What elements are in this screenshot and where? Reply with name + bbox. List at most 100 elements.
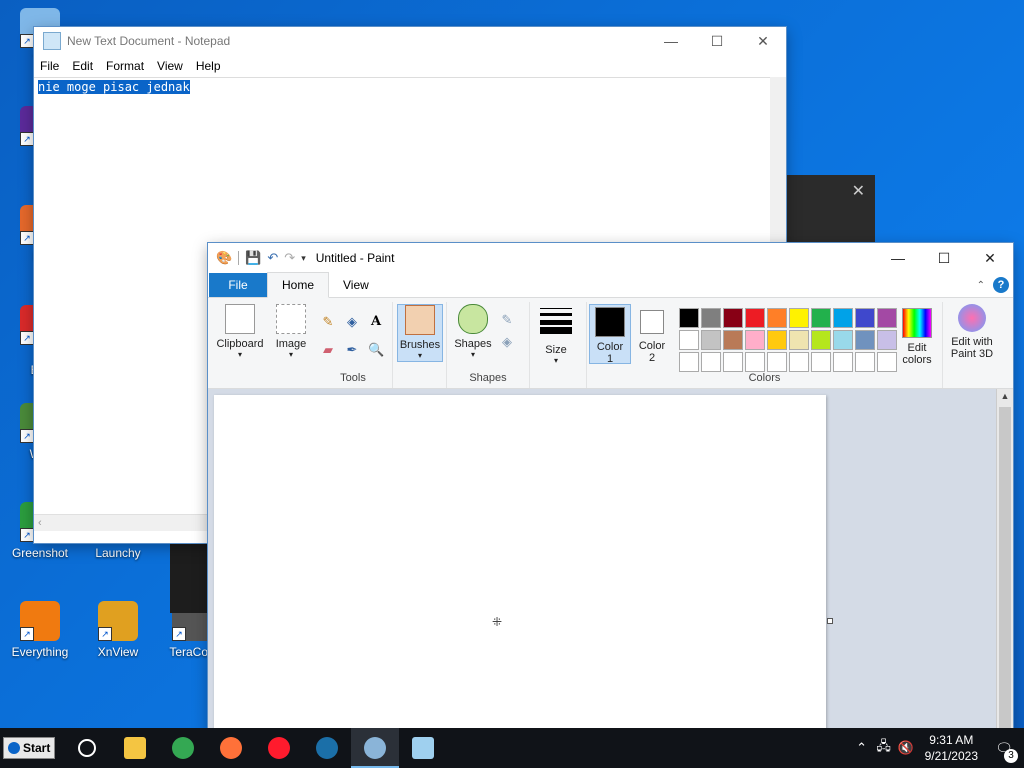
palette-swatch[interactable] xyxy=(833,330,853,350)
help-icon[interactable]: ? xyxy=(993,277,1009,293)
outline-icon[interactable]: ✎ xyxy=(499,312,515,328)
text-icon[interactable]: A xyxy=(368,314,384,330)
palette-swatch[interactable] xyxy=(723,308,743,328)
taskbar-opera-button[interactable] xyxy=(255,728,303,768)
palette-swatch[interactable] xyxy=(767,308,787,328)
taskbar-notepad-button[interactable] xyxy=(399,728,447,768)
palette-swatch[interactable] xyxy=(811,308,831,328)
close-icon[interactable]: ✕ xyxy=(852,181,865,201)
palette-swatch[interactable] xyxy=(877,308,897,328)
brushes-button[interactable]: Brushes ▾ xyxy=(397,304,443,362)
paint-titlebar[interactable]: 🎨 💾 ↶ ↷ ▾ Untitled - Paint — ☐ ✕ xyxy=(208,243,1013,273)
vertical-scrollbar[interactable]: ▲ xyxy=(996,389,1013,733)
minimize-button[interactable]: — xyxy=(875,244,921,272)
fill-shape-icon[interactable]: ◈ xyxy=(499,334,515,350)
fill-icon[interactable]: ◈ xyxy=(344,314,360,330)
taskbar-paint-button[interactable] xyxy=(351,728,400,768)
dropdown-icon: ▾ xyxy=(470,350,475,359)
palette-swatch[interactable] xyxy=(855,352,875,372)
taskbar-firefox-button[interactable] xyxy=(207,728,255,768)
tab-file[interactable]: File xyxy=(209,273,267,297)
maximize-icon: ☐ xyxy=(937,249,951,266)
color-picker-icon[interactable]: ✒ xyxy=(344,342,360,358)
redo-icon[interactable]: ↷ xyxy=(284,250,295,266)
close-icon: ✕ xyxy=(757,32,769,49)
palette-swatch[interactable] xyxy=(701,330,721,350)
palette-swatch[interactable] xyxy=(855,308,875,328)
palette-swatch[interactable] xyxy=(877,330,897,350)
palette-swatch[interactable] xyxy=(811,352,831,372)
palette-swatch[interactable] xyxy=(789,330,809,350)
scroll-up-icon[interactable]: ▲ xyxy=(997,391,1013,401)
palette-swatch[interactable] xyxy=(767,352,787,372)
eraser-icon[interactable]: ▰ xyxy=(320,342,336,358)
pencil-icon[interactable]: ✎ xyxy=(320,314,336,330)
palette-swatch[interactable] xyxy=(833,308,853,328)
scrollbar-thumb[interactable] xyxy=(999,407,1011,733)
taskbar-explorer-button[interactable] xyxy=(111,728,159,768)
collapse-ribbon-icon[interactable]: ⌃ xyxy=(977,280,985,291)
palette-swatch[interactable] xyxy=(855,330,875,350)
taskbar-search-button[interactable] xyxy=(63,728,111,768)
palette-swatch[interactable] xyxy=(745,352,765,372)
palette-swatch[interactable] xyxy=(877,352,897,372)
palette-swatch[interactable] xyxy=(723,330,743,350)
palette-swatch[interactable] xyxy=(723,352,743,372)
palette-swatch[interactable] xyxy=(701,352,721,372)
menu-help[interactable]: Help xyxy=(196,59,221,73)
palette-swatch[interactable] xyxy=(679,308,699,328)
desktop-icon[interactable]: ↗ Everything xyxy=(8,601,72,659)
customize-quick-access-icon[interactable]: ▾ xyxy=(301,253,306,264)
taskbar-chrome-button[interactable] xyxy=(159,728,207,768)
palette-swatch[interactable] xyxy=(701,308,721,328)
size-button[interactable]: Size ▾ xyxy=(536,304,576,365)
palette-swatch[interactable] xyxy=(679,330,699,350)
edit-colors-button[interactable]: Edit colors xyxy=(895,308,939,366)
tab-view[interactable]: View xyxy=(329,273,383,297)
maximize-icon: ☐ xyxy=(710,32,724,49)
palette-swatch[interactable] xyxy=(679,352,699,372)
palette-swatch[interactable] xyxy=(833,352,853,372)
save-icon[interactable]: 💾 xyxy=(245,250,261,266)
notepad-titlebar[interactable]: New Text Document - Notepad — ☐ ✕ xyxy=(34,27,786,55)
magnifier-icon[interactable]: 🔍 xyxy=(368,342,384,358)
maximize-button[interactable]: ☐ xyxy=(694,27,740,55)
dropdown-icon: ▾ xyxy=(237,350,242,359)
network-icon[interactable]: 🖧 xyxy=(875,737,893,759)
resize-handle[interactable] xyxy=(827,618,833,624)
drawing-canvas[interactable]: ⁜ xyxy=(214,395,826,735)
menu-format[interactable]: Format xyxy=(106,59,144,73)
menu-file[interactable]: File xyxy=(40,59,59,73)
edit-with-paint3d-button[interactable]: Edit with Paint 3D xyxy=(944,304,1000,360)
image-button[interactable]: Image ▾ xyxy=(270,304,312,359)
menu-edit[interactable]: Edit xyxy=(72,59,93,73)
shapes-button[interactable]: Shapes ▾ xyxy=(451,304,495,359)
dropdown-icon: ▾ xyxy=(288,350,293,359)
volume-muted-icon[interactable]: 🔇 xyxy=(897,740,915,756)
selected-text[interactable]: nie moge pisac jednak xyxy=(38,80,190,94)
undo-icon[interactable]: ↶ xyxy=(267,250,278,266)
tab-home[interactable]: Home xyxy=(267,272,330,298)
palette-swatch[interactable] xyxy=(767,330,787,350)
minimize-button[interactable]: — xyxy=(648,27,694,55)
start-button[interactable]: Start xyxy=(3,737,56,759)
tools-group: ✎ ◈ A ▰ ✒ 🔍 Tools xyxy=(314,302,393,388)
clipboard-button[interactable]: Clipboard ▾ xyxy=(212,304,268,359)
close-button[interactable]: ✕ xyxy=(740,27,786,55)
palette-swatch[interactable] xyxy=(789,308,809,328)
chrome-icon xyxy=(172,737,195,759)
palette-swatch[interactable] xyxy=(789,352,809,372)
scroll-left-icon[interactable]: ‹ xyxy=(38,517,42,529)
show-hidden-icons-icon[interactable]: ⌃ xyxy=(853,740,871,756)
notifications-button[interactable]: 🗨 3 xyxy=(990,740,1018,763)
taskbar-steam-button[interactable] xyxy=(303,728,351,768)
palette-swatch[interactable] xyxy=(745,330,765,350)
close-button[interactable]: ✕ xyxy=(967,244,1013,272)
palette-swatch[interactable] xyxy=(811,330,831,350)
palette-swatch[interactable] xyxy=(745,308,765,328)
maximize-button[interactable]: ☐ xyxy=(921,244,967,272)
desktop-icon[interactable]: ↗ XnView xyxy=(86,601,150,659)
colors-label: Colors xyxy=(748,372,781,384)
menu-view[interactable]: View xyxy=(157,59,183,73)
clock[interactable]: 9:31 AM 9/21/2023 xyxy=(925,732,978,764)
